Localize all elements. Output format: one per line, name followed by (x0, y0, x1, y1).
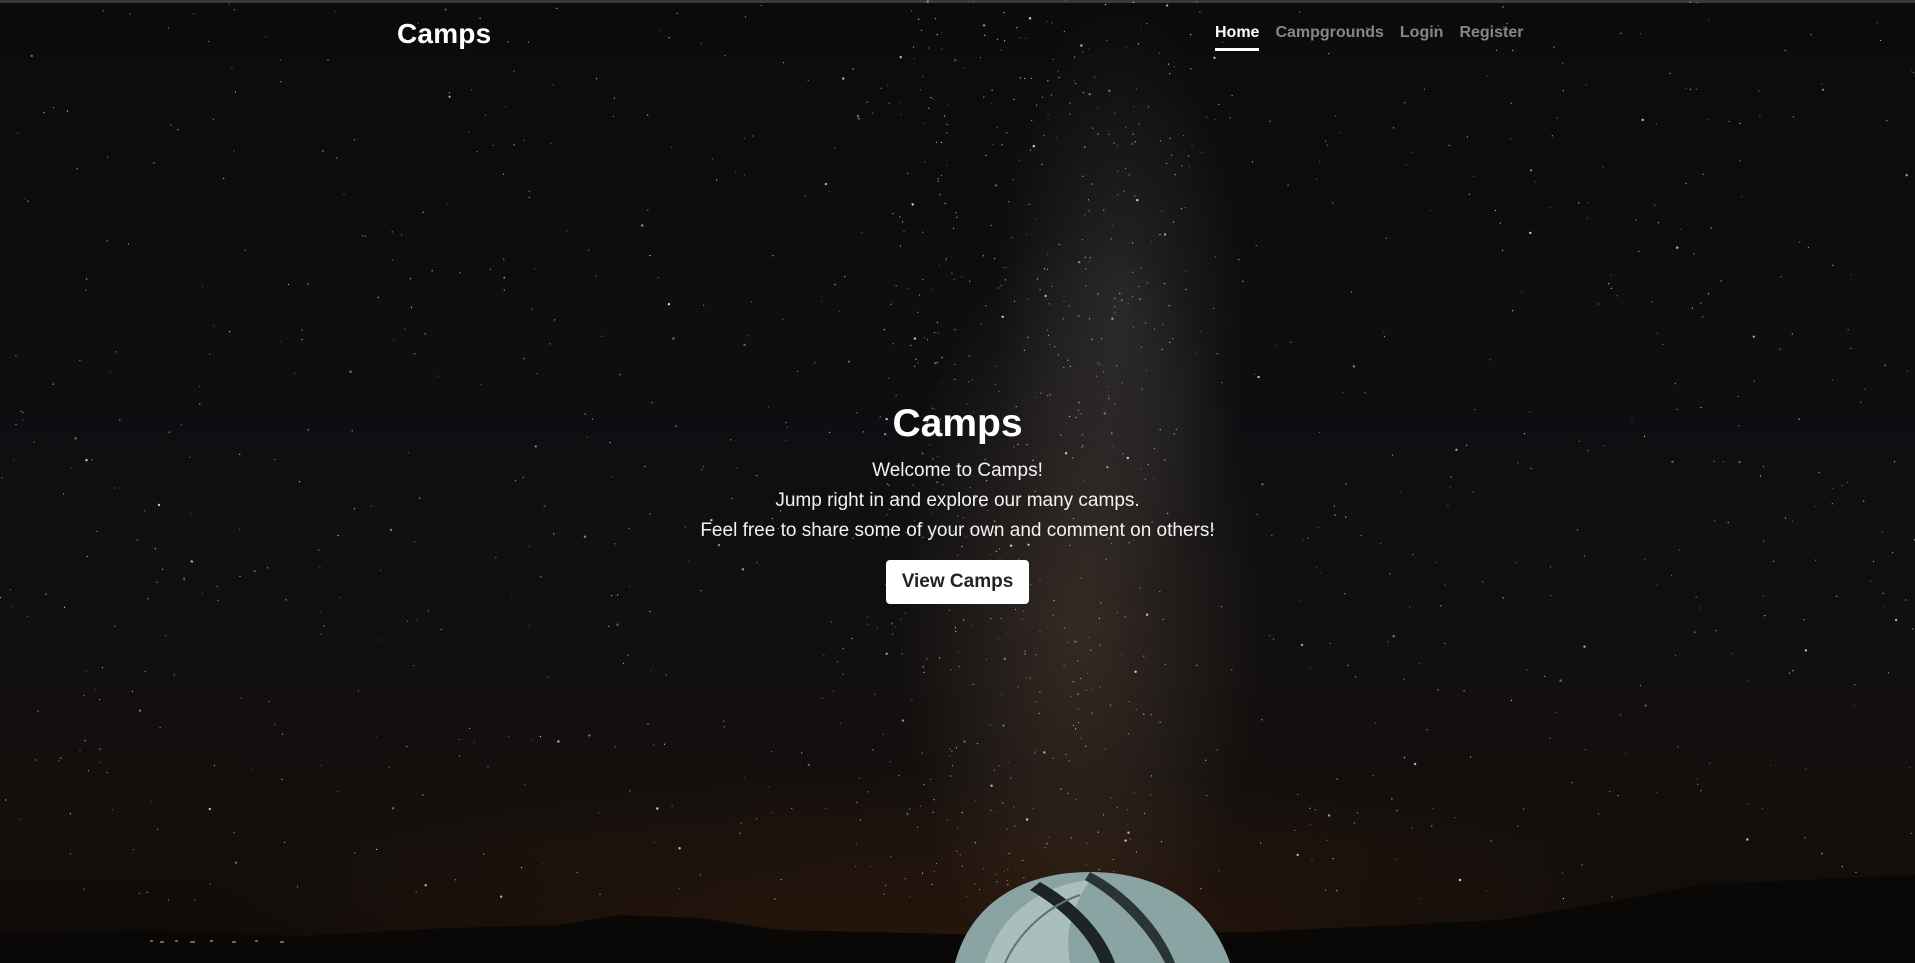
hero-title: Camps (892, 402, 1023, 445)
hero-welcome-line: Welcome to Camps! (872, 460, 1043, 481)
nav-link-home[interactable]: Home (1215, 24, 1260, 51)
home-page: Camps Home Campgrounds Login Register Ca… (0, 0, 1915, 963)
nav-link-register[interactable]: Register (1459, 24, 1523, 51)
nav-link-campgrounds[interactable]: Campgrounds (1275, 24, 1383, 51)
brand-logo-text[interactable]: Camps (397, 18, 491, 50)
hero-explore-line: Jump right in and explore our many camps… (775, 490, 1140, 511)
nav-links: Home Campgrounds Login Register (1215, 24, 1523, 51)
view-camps-button[interactable]: View Camps (885, 560, 1030, 604)
navbar: Camps Home Campgrounds Login Register (0, 0, 1915, 70)
nav-link-login[interactable]: Login (1400, 24, 1444, 51)
hero-section: Camps Welcome to Camps! Jump right in an… (0, 400, 1915, 604)
hero-text: Welcome to Camps! Jump right in and expl… (0, 456, 1915, 546)
hero-share-line: Feel free to share some of your own and … (700, 520, 1215, 541)
